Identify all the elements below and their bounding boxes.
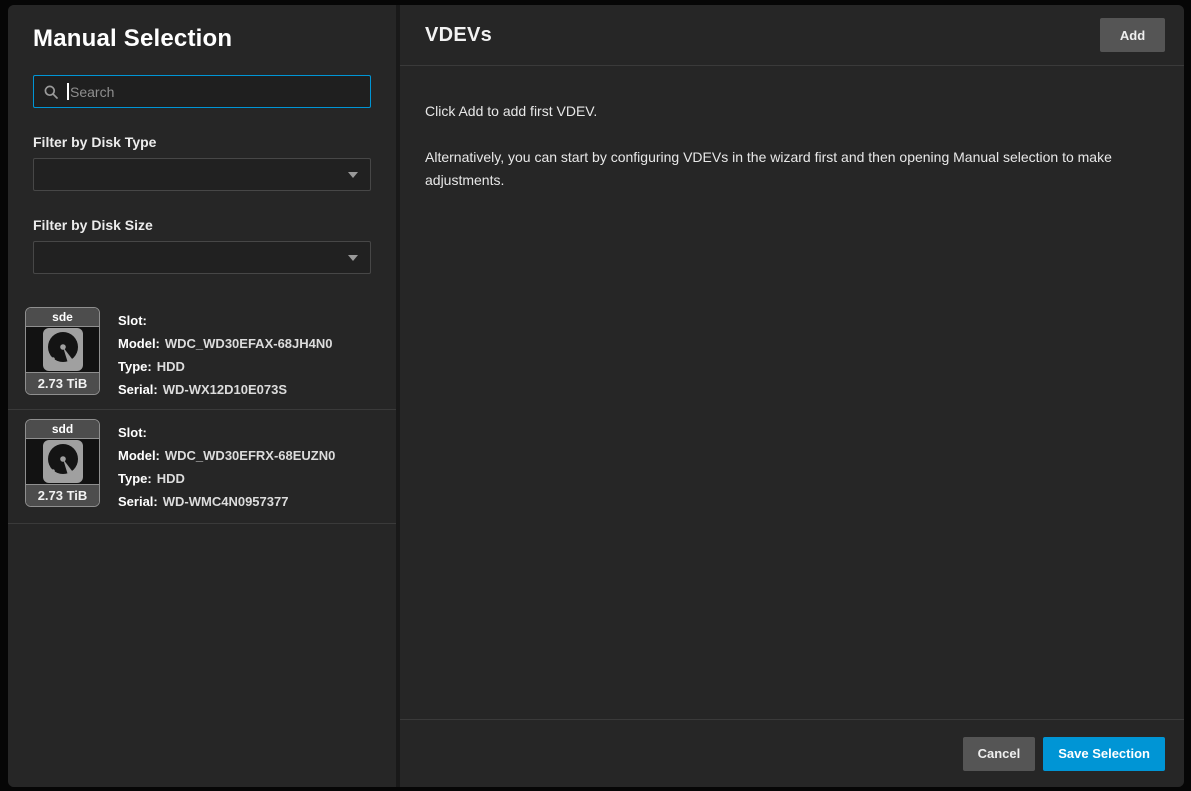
disk-size-label: 2.73 TiB [26,484,99,506]
search-box[interactable] [33,75,371,108]
disk-size-filter-label: Filter by Disk Size [33,217,371,233]
page-title: Manual Selection [24,25,380,53]
disk-icon: sdd 2.73 TiB [25,419,100,507]
type-label: Type: [118,359,152,374]
disk-row[interactable]: sde 2.73 TiB Slot: Model:WDC_ [8,298,396,410]
model-label: Model: [118,448,160,463]
hint-text: Alternatively, you can start by configur… [425,146,1115,192]
chevron-down-icon [348,255,358,261]
model-label: Model: [118,336,160,351]
type-value: HDD [157,359,185,374]
serial-value: WD-WX12D10E073S [163,382,287,397]
slot-label: Slot: [118,425,147,440]
disk-selection-panel: Manual Selection Filter by Disk Type Fil… [8,5,400,787]
manual-selection-dialog: Manual Selection Filter by Disk Type Fil… [8,5,1184,787]
search-input[interactable] [70,84,360,100]
serial-label: Serial: [118,494,158,509]
empty-state-text: Click Add to add first VDEV. [425,100,1160,123]
slot-label: Slot: [118,313,147,328]
disk-name-label: sdd [26,420,99,439]
vdevs-panel: VDEVs Add Click Add to add first VDEV. A… [400,5,1184,787]
type-label: Type: [118,471,152,486]
type-value: HDD [157,471,185,486]
disk-name-label: sde [26,308,99,327]
serial-label: Serial: [118,382,158,397]
disk-list: sde 2.73 TiB Slot: Model:WDC_ [8,298,396,524]
text-cursor [67,83,69,100]
disk-details: Slot: Model: WDC_WD30EFAX-68JH4N0 Type: HD… [118,307,333,401]
disk-details: Slot: Model: WDC_WD30EFRX-68EUZN0 Type: HD… [118,419,335,513]
hdd-icon [42,439,84,484]
disk-row[interactable]: sdd 2.73 TiB Slot: Model:WDC_ [8,410,396,524]
model-value: WDC_WD30EFAX-68JH4N0 [165,336,333,351]
vdevs-content: Click Add to add first VDEV. Alternative… [400,66,1184,719]
dialog-footer: Cancel Save Selection [400,719,1184,787]
serial-value: WD-WMC4N0957377 [163,494,289,509]
save-selection-button[interactable]: Save Selection [1043,737,1165,771]
disk-size-filter-select[interactable] [33,241,371,274]
model-value: WDC_WD30EFRX-68EUZN0 [165,448,335,463]
disk-size-label: 2.73 TiB [26,372,99,394]
disk-type-filter-select[interactable] [33,158,371,191]
vdevs-title: VDEVs [425,24,1100,47]
hdd-icon [42,327,84,372]
chevron-down-icon [348,172,358,178]
search-icon [44,85,58,99]
disk-icon: sde 2.73 TiB [25,307,100,395]
cancel-button[interactable]: Cancel [963,737,1036,771]
add-vdev-button[interactable]: Add [1100,18,1165,52]
disk-type-filter-label: Filter by Disk Type [33,134,371,150]
vdevs-header: VDEVs Add [400,5,1184,66]
